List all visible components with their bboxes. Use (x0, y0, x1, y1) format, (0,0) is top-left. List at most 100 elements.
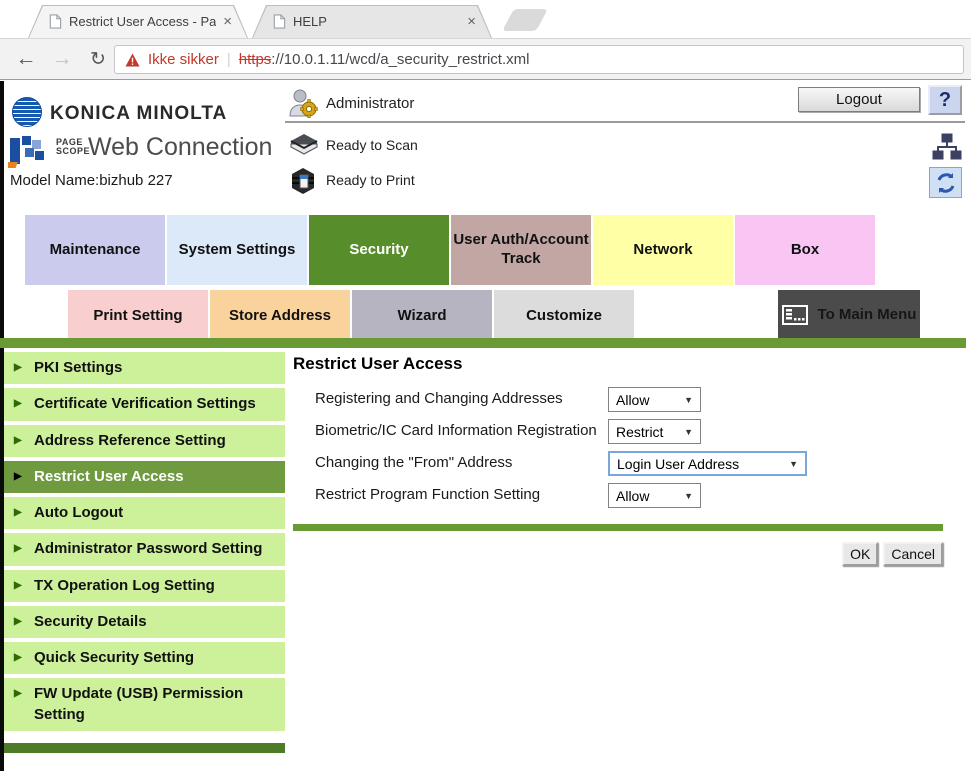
main-menu-icon (782, 305, 808, 325)
sub-tab-bar: Print Setting Store Address Wizard Custo… (68, 290, 634, 340)
to-main-menu-button[interactable]: To Main Menu (778, 290, 920, 340)
biometric-ic-card-select[interactable]: Restrict▼ (608, 419, 701, 444)
model-name: Model Name:bizhub 227 (10, 172, 173, 189)
tab-security[interactable]: Security (309, 215, 449, 285)
back-icon[interactable]: ← (10, 39, 42, 79)
page-favicon-icon (48, 14, 62, 29)
logged-in-user: Administrator (326, 95, 414, 112)
url-text[interactable]: https://10.0.1.11/wcd/a_security_restric… (239, 51, 530, 68)
status-ready-to-scan: Ready to Scan (288, 131, 588, 159)
pagescope-logo-icon (8, 134, 52, 170)
sidebar-item-fw-update-usb-permission-setting[interactable]: ▶FW Update (USB) Permission Setting (4, 678, 285, 731)
security-menu-sidebar: ▶PKI Settings ▶Certificate Verification … (4, 352, 285, 753)
tab-wizard[interactable]: Wizard (352, 290, 492, 340)
sidebar-item-certificate-verification-settings[interactable]: ▶Certificate Verification Settings (4, 388, 285, 420)
arrow-icon: ▶ (14, 687, 22, 701)
tab-user-auth-account-track[interactable]: User Auth/Account Track (451, 215, 591, 285)
setting-label: Changing the "From" Address (315, 453, 608, 473)
sidebar-item-restrict-user-access[interactable]: ▶Restrict User Access (4, 461, 285, 493)
administrator-user-icon (288, 88, 318, 118)
setting-label: Restrict Program Function Setting (315, 485, 608, 505)
browser-toolbar: ← → ↻ Ikke sikker | https://10.0.1.11/wc… (0, 38, 971, 80)
content-divider-bar (293, 524, 943, 531)
tab-close-icon[interactable]: × (223, 14, 232, 29)
tab-title: Restrict User Access - Pag (69, 14, 216, 29)
help-button[interactable]: ? (928, 85, 962, 115)
selected-value: Allow (616, 392, 649, 408)
arrow-icon: ▶ (14, 397, 22, 411)
scanner-icon (288, 131, 320, 155)
printer-icon (288, 166, 318, 196)
arrow-icon: ▶ (14, 615, 22, 629)
cancel-button[interactable]: Cancel (883, 542, 943, 566)
not-secure-warning-icon (125, 53, 140, 67)
tab-close-icon[interactable]: × (467, 14, 476, 29)
page-favicon-icon (272, 14, 286, 29)
security-warning-text[interactable]: Ikke sikker (148, 51, 219, 68)
brand-logo-text: KONICA MINOLTA (50, 103, 227, 125)
logout-button[interactable]: Logout (798, 87, 920, 112)
green-accent-bar (0, 338, 966, 348)
tab-title: HELP (293, 14, 460, 29)
setting-row-biometric-ic-card: Biometric/IC Card Information Registrati… (315, 419, 943, 444)
chevron-down-icon: ▼ (684, 395, 693, 405)
url-rest: ://10.0.1.11/wcd/a_security_restrict.xml (271, 51, 529, 68)
network-icon[interactable] (932, 133, 962, 161)
to-main-menu-label: To Main Menu (818, 306, 917, 324)
setting-row-restrict-program-function: Restrict Program Function Setting Allow ▼ (315, 483, 943, 508)
arrow-icon: ▶ (14, 361, 22, 375)
omnibox-separator: | (227, 51, 231, 68)
tab-customize[interactable]: Customize (494, 290, 634, 340)
sidebar-item-administrator-password-setting[interactable]: ▶Administrator Password Setting (4, 533, 285, 565)
setting-label: Registering and Changing Addresses (315, 389, 608, 409)
changing-from-address-select[interactable]: Login User Address▼ (608, 451, 807, 476)
sidebar-item-quick-security-setting[interactable]: ▶Quick Security Setting (4, 642, 285, 674)
setting-row-changing-from-address: Changing the "From" Address Login User A… (315, 451, 943, 476)
sidebar-footer-bar (4, 743, 285, 753)
ok-button[interactable]: OK (842, 542, 878, 566)
sidebar-item-address-reference-setting[interactable]: ▶Address Reference Setting (4, 425, 285, 457)
arrow-icon: ▶ (14, 651, 22, 665)
arrow-icon: ▶ (14, 506, 22, 520)
setting-row-registering-addresses: Registering and Changing Addresses Allow… (315, 387, 943, 412)
registering-addresses-select[interactable]: Allow ▼ (608, 387, 701, 412)
selected-value: Login User Address (617, 456, 739, 472)
address-bar[interactable]: Ikke sikker | https://10.0.1.11/wcd/a_se… (114, 45, 964, 74)
sidebar-item-pki-settings[interactable]: ▶PKI Settings (4, 352, 285, 384)
tab-store-address[interactable]: Store Address (210, 290, 350, 340)
status-ready-to-print: Ready to Print (288, 166, 588, 196)
action-buttons: OK Cancel (293, 542, 943, 566)
restrict-program-function-select[interactable]: Allow ▼ (608, 483, 701, 508)
tab-network[interactable]: Network (593, 215, 733, 285)
tab-print-setting[interactable]: Print Setting (68, 290, 208, 340)
konica-globe-icon (12, 97, 42, 127)
sidebar-item-tx-operation-log-setting[interactable]: ▶TX Operation Log Setting (4, 570, 285, 602)
reload-icon[interactable]: ↻ (82, 39, 114, 79)
pagescope-small-text: PAGE SCOPE (56, 138, 90, 157)
status-text: Ready to Print (326, 172, 415, 188)
product-name: Web Connection (88, 133, 272, 162)
main-tab-bar: Maintenance System Settings Security Use… (25, 215, 875, 285)
browser-tab-active[interactable]: Restrict User Access - Pag × (28, 5, 248, 38)
restrict-user-access-panel: Restrict User Access Registering and Cha… (293, 354, 943, 566)
new-tab-button[interactable] (502, 9, 548, 31)
browser-tabstrip: Restrict User Access - Pag × HELP × (0, 0, 971, 38)
arrow-icon: ▶ (14, 434, 22, 448)
tab-system-settings[interactable]: System Settings (167, 215, 307, 285)
page-title: Restrict User Access (293, 354, 943, 374)
chevron-down-icon: ▼ (684, 491, 693, 501)
header-divider (285, 121, 965, 123)
arrow-icon: ▶ (14, 579, 22, 593)
browser-tab-help[interactable]: HELP × (252, 5, 492, 38)
setting-label: Biometric/IC Card Information Registrati… (315, 421, 608, 441)
arrow-icon: ▶ (14, 470, 22, 484)
refresh-button[interactable] (929, 167, 962, 198)
selected-value: Allow (616, 488, 649, 504)
tab-maintenance[interactable]: Maintenance (25, 215, 165, 285)
refresh-icon (935, 172, 957, 194)
screen: Restrict User Access - Pag × HELP × ← → … (0, 0, 971, 771)
sidebar-item-security-details[interactable]: ▶Security Details (4, 606, 285, 638)
url-scheme-strikethrough: https (239, 51, 272, 68)
tab-box[interactable]: Box (735, 215, 875, 285)
sidebar-item-auto-logout[interactable]: ▶Auto Logout (4, 497, 285, 529)
